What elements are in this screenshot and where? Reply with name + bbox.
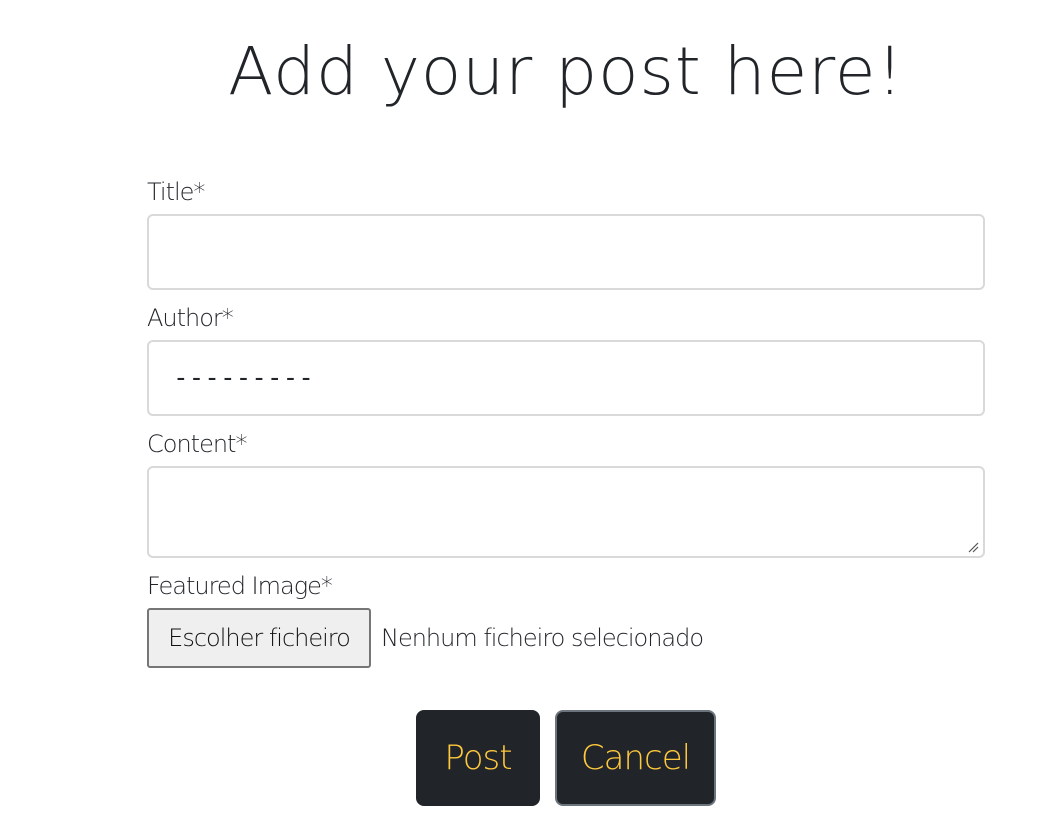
post-form: Title* Author* --------- Content* Featur… — [147, 170, 985, 668]
author-select[interactable]: --------- — [147, 340, 985, 416]
featured-image-label: Featured Image* — [147, 572, 333, 600]
choose-file-button[interactable]: Escolher ficheiro — [147, 608, 371, 668]
cancel-button[interactable]: Cancel — [555, 710, 716, 806]
page-title: Add your post here! — [228, 33, 904, 110]
resize-grip-icon[interactable] — [967, 541, 979, 553]
form-actions: Post Cancel — [416, 710, 716, 806]
content-label: Content* — [147, 430, 247, 458]
file-status-text: Nenhum ficheiro selecionado — [381, 624, 704, 652]
featured-image-input: Escolher ficheiro Nenhum ficheiro seleci… — [147, 608, 985, 668]
title-input[interactable] — [147, 214, 985, 290]
title-label: Title* — [147, 178, 205, 206]
content-textarea[interactable] — [147, 466, 985, 558]
author-label: Author* — [147, 304, 234, 332]
post-button[interactable]: Post — [416, 710, 540, 806]
author-select-value: --------- — [173, 363, 314, 393]
